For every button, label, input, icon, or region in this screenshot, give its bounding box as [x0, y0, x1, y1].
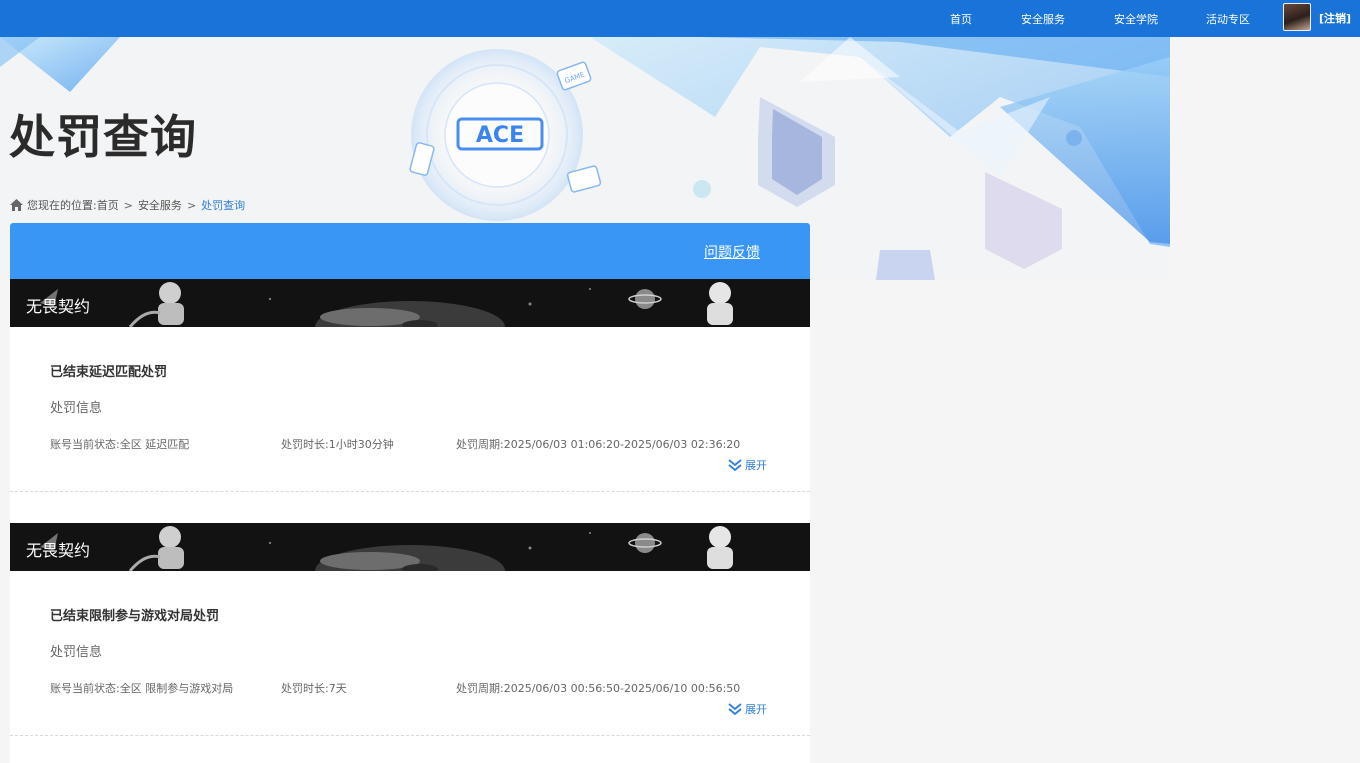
feedback-link[interactable]: 问题反馈: [704, 242, 760, 262]
breadcrumb: 您现在的位置: 首页 > 安全服务 > 处罚查询: [10, 198, 245, 212]
home-icon: [10, 199, 23, 211]
top-nav-bar: 首页 安全服务 安全学院 活动专区 [注销]: [0, 0, 1360, 37]
penalty-period: 处罚周期:2025/06/03 00:56:50-2025/06/10 00:5…: [456, 682, 741, 695]
breadcrumb-item-current: 处罚查询: [201, 199, 246, 212]
nav-link-home[interactable]: 首页: [950, 11, 972, 27]
breadcrumb-item-security-services[interactable]: 安全服务: [138, 197, 182, 213]
expand-button[interactable]: 展开: [728, 701, 767, 717]
expand-label: 展开: [745, 703, 767, 716]
logout-link[interactable]: [注销]: [1319, 10, 1351, 26]
game-banner: 无畏契约: [10, 523, 810, 571]
penalty-record: 无畏契约 已结束延迟匹配处罚 处罚信息 账号当前状态:全区 延迟匹配 处罚时长:…: [10, 279, 810, 492]
double-chevron-down-icon: [728, 703, 742, 715]
user-avatar[interactable]: [1283, 3, 1311, 31]
penalty-record: 无畏契约 已结束限制参与游戏对局处罚 处罚信息 账号当前状态:全区 限制参与游戏…: [10, 523, 810, 736]
account-status: 账号当前状态:全区 限制参与游戏对局: [50, 682, 234, 695]
penalty-title: 已结束延迟匹配处罚: [50, 365, 168, 380]
nav-link-events[interactable]: 活动专区: [1206, 11, 1250, 27]
space-banner-art: [10, 279, 810, 327]
breadcrumb-prefix: 您现在的位置:: [27, 199, 97, 212]
game-banner: 无畏契约: [10, 279, 810, 327]
card-divider: [10, 491, 810, 492]
game-name: 无畏契约: [26, 541, 91, 560]
game-name: 无畏契约: [26, 297, 91, 316]
penalty-duration: 处罚时长:7天: [281, 682, 347, 695]
expand-button[interactable]: 展开: [728, 457, 767, 473]
breadcrumb-separator: >: [186, 198, 197, 212]
penalty-title: 已结束限制参与游戏对局处罚: [50, 609, 220, 624]
double-chevron-down-icon: [728, 459, 742, 471]
card-divider: [10, 735, 810, 736]
account-status: 账号当前状态:全区 延迟匹配: [50, 438, 190, 451]
ace-logo-text: ACE: [476, 123, 524, 148]
space-banner-art: [10, 523, 810, 571]
breadcrumb-item-home[interactable]: 首页: [97, 197, 119, 213]
penalty-panel: 问题反馈 无畏契约 已结束延迟匹配处罚 处罚信息 账号当前状态:全区 延迟匹配 …: [10, 223, 810, 763]
penalty-info-label: 处罚信息: [50, 401, 103, 416]
breadcrumb-separator: >: [123, 198, 133, 212]
nav-link-security-services[interactable]: 安全服务: [1021, 11, 1065, 27]
page-title: 处罚查询: [9, 110, 197, 164]
penalty-info-label: 处罚信息: [50, 645, 103, 660]
expand-label: 展开: [745, 459, 767, 472]
penalty-period: 处罚周期:2025/06/03 01:06:20-2025/06/03 02:3…: [456, 438, 741, 451]
panel-header: 问题反馈: [10, 223, 810, 279]
nav-link-security-academy[interactable]: 安全学院: [1114, 11, 1158, 27]
penalty-duration: 处罚时长:1小时30分钟: [281, 438, 394, 451]
